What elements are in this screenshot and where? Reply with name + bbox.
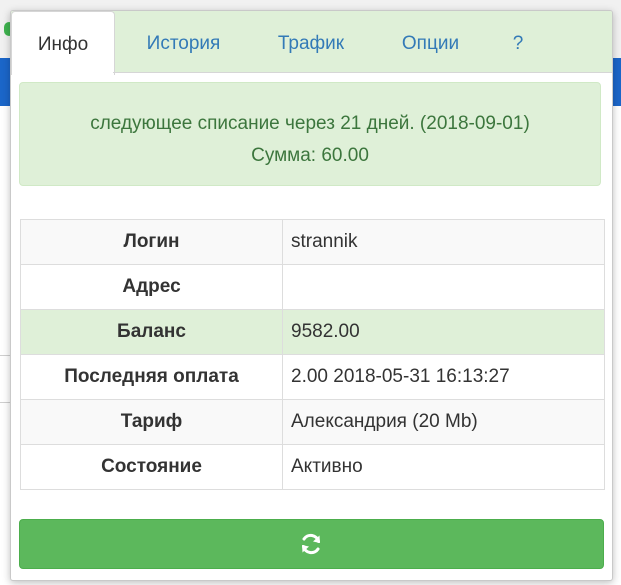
tab-divider <box>113 72 612 73</box>
tab-options[interactable]: Опции <box>383 11 478 73</box>
next-charge-text: следующее списание через 21 дней. (2018-… <box>90 113 530 134</box>
row-value-login: strannik <box>282 219 605 265</box>
row-label-login: Логин <box>20 219 283 265</box>
account-info-table: Логин strannik Адрес Баланс 9582.00 Посл… <box>20 219 605 490</box>
background-divider <box>0 402 10 403</box>
row-label-address: Адрес <box>20 264 283 310</box>
table-row: Адрес <box>20 264 605 310</box>
charge-amount-text: Сумма: 60.00 <box>251 145 369 166</box>
tab-info[interactable]: Инфо <box>11 11 115 75</box>
row-value-balance: 9582.00 <box>282 309 605 355</box>
row-label-balance: Баланс <box>20 309 283 355</box>
row-label-status: Состояние <box>20 444 283 490</box>
background-divider <box>0 355 10 356</box>
row-value-last-payment: 2.00 2018-05-31 16:13:27 <box>282 354 605 400</box>
tab-history[interactable]: История <box>121 11 246 73</box>
table-row: Состояние Активно <box>20 444 605 490</box>
table-row: Баланс 9582.00 <box>20 309 605 355</box>
row-value-tariff: Александрия (20 Mb) <box>282 399 605 445</box>
refresh-icon <box>302 533 320 555</box>
row-value-status: Активно <box>282 444 605 490</box>
row-label-tariff: Тариф <box>20 399 283 445</box>
table-row: Последняя оплата 2.00 2018-05-31 16:13:2… <box>20 354 605 400</box>
tab-traffic[interactable]: Трафик <box>261 11 361 73</box>
row-value-address <box>282 264 605 310</box>
next-charge-alert: следующее списание через 21 дней. (2018-… <box>19 82 601 186</box>
row-label-last-payment: Последняя оплата <box>20 354 283 400</box>
table-row: Тариф Александрия (20 Mb) <box>20 399 605 445</box>
tab-help[interactable]: ? <box>501 11 535 73</box>
table-row: Логин strannik <box>20 219 605 265</box>
extension-popup: Инфо История Трафик Опции ? следующее сп… <box>10 10 613 581</box>
tab-bar: Инфо История Трафик Опции ? <box>11 11 612 75</box>
refresh-button[interactable] <box>19 519 604 569</box>
